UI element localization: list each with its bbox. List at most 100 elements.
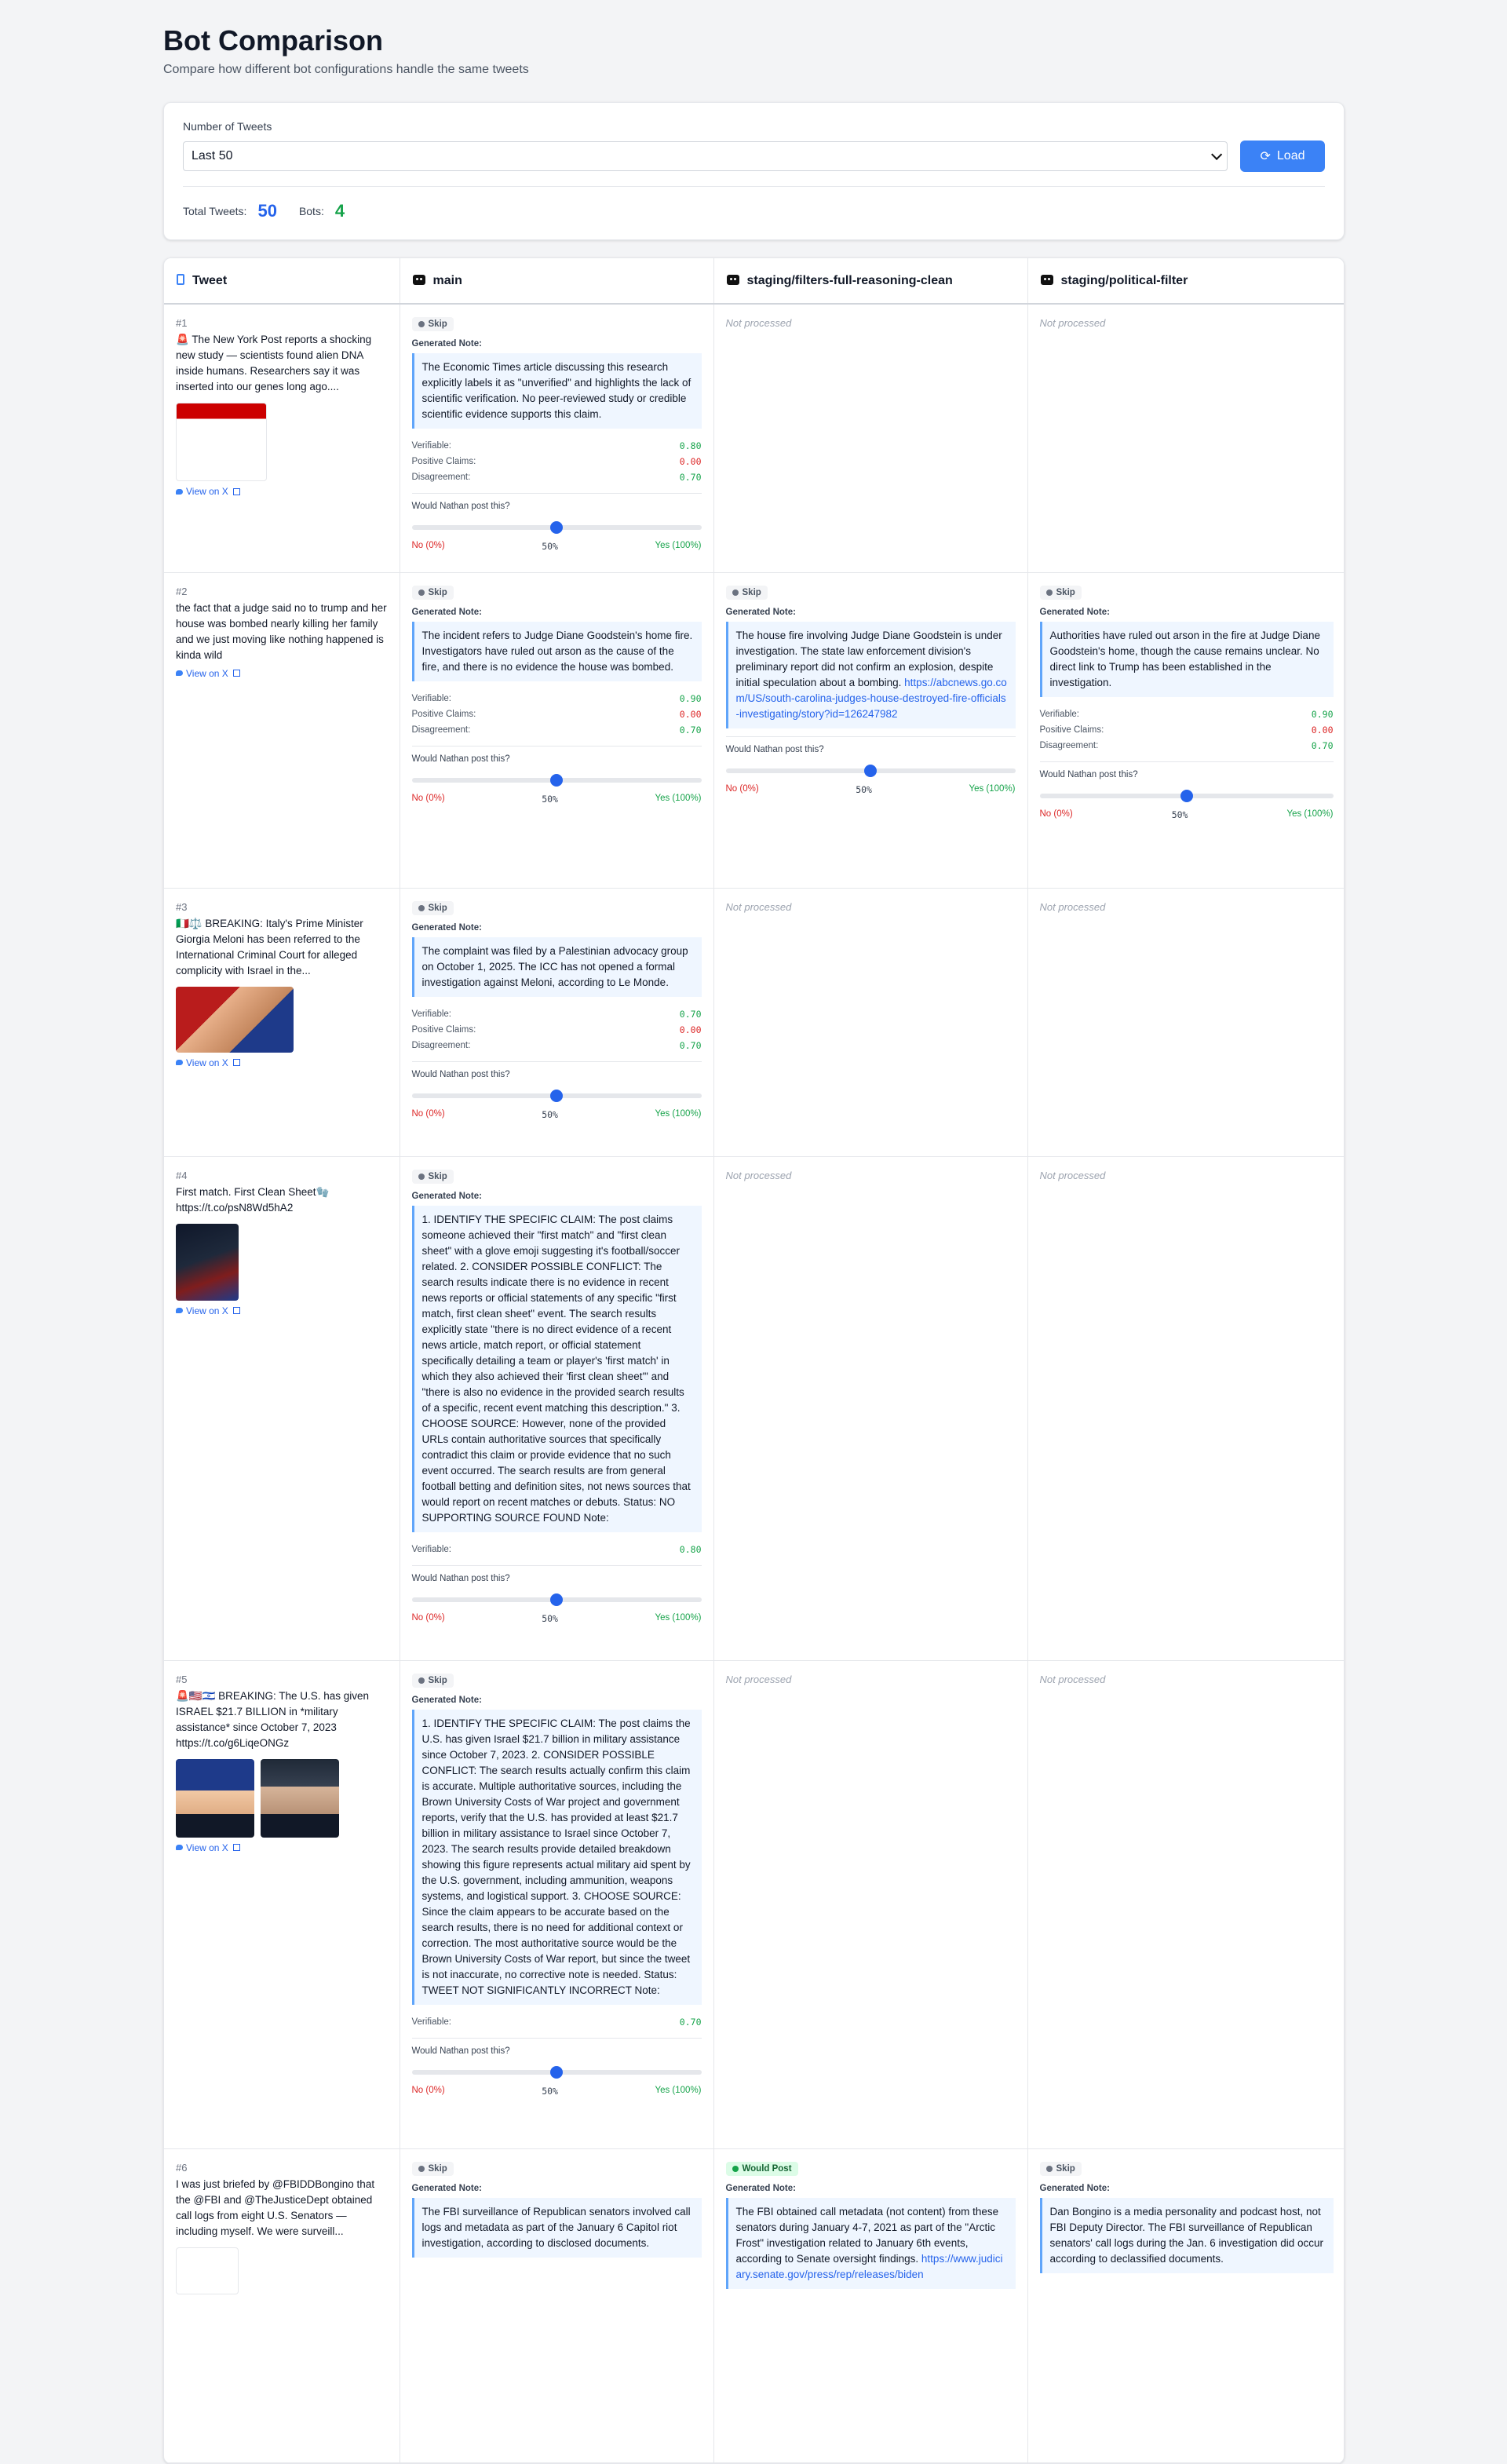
tweet-image[interactable]	[176, 986, 294, 1053]
external-link-icon	[232, 1844, 240, 1851]
robot-icon	[1040, 274, 1053, 285]
status-badge: Would Post	[725, 2161, 798, 2176]
tweet-image[interactable]	[176, 1223, 239, 1301]
total-tweets-label: Total Tweets:	[183, 205, 247, 217]
generated-note: The FBI obtained call metadata (not cont…	[725, 2197, 1016, 2289]
page-title: Bot Comparison	[163, 24, 384, 57]
generated-note-label: Generated Note:	[411, 1695, 482, 1705]
not-processed: Not processed	[1039, 900, 1106, 913]
tweet-image[interactable]	[261, 1758, 339, 1838]
generated-note: The complaint was filed by a Palestinian…	[411, 936, 702, 997]
view-on-x-link[interactable]: View on X	[176, 1842, 388, 1853]
nathan-slider[interactable]	[411, 2065, 702, 2079]
twitter-icon	[176, 1060, 183, 1065]
status-badge: Skip	[411, 317, 454, 331]
metrics: Verifiable: 0.90 Positive Claims: 0.00 Dis…	[411, 692, 702, 736]
generated-note-label: Generated Note:	[725, 2183, 796, 2193]
generated-note-label: Generated Note:	[411, 607, 482, 617]
generated-note-label: Generated Note:	[411, 922, 482, 933]
table-header-row: Tweet main staging/filters-full-reasonin…	[164, 258, 1344, 305]
not-processed: Not processed	[1039, 1673, 1106, 1685]
refresh-icon: ⟳	[1260, 150, 1271, 163]
tweet-image[interactable]	[176, 1758, 254, 1838]
not-processed: Not processed	[725, 1169, 792, 1181]
generated-note: 1. IDENTIFY THE SPECIFIC CLAIM: The post…	[411, 1205, 702, 1532]
verifiable-score: 0.90	[679, 692, 702, 704]
skip-icon	[418, 2165, 425, 2172]
external-link-icon	[232, 670, 240, 677]
controls-panel: Number of Tweets Last 50 ⟳ Load Total Tw…	[163, 102, 1345, 240]
tweet-number: #6	[176, 2161, 188, 2174]
table-row: #4 First match. First Clean Sheet🧤 https…	[164, 1156, 1344, 1661]
tweet-image[interactable]	[176, 403, 267, 481]
slider-thumb[interactable]	[550, 1593, 563, 1606]
nathan-slider[interactable]	[411, 1089, 702, 1102]
generated-note-label: Generated Note:	[725, 607, 796, 617]
verifiable-score: 0.80	[679, 440, 702, 451]
nathan-poll: Would Nathan post this? No (0%) 50% Yes (1…	[411, 1060, 702, 1120]
generated-note-label: Generated Note:	[411, 1191, 482, 1201]
tweet-image[interactable]	[176, 2247, 239, 2294]
verifiable-score: 0.80	[679, 1543, 702, 1555]
tweet-media	[176, 1223, 388, 1301]
slider-thumb[interactable]	[864, 764, 877, 777]
positive-claims-score: 0.00	[679, 456, 702, 467]
comparison-table: Tweet main staging/filters-full-reasonin…	[163, 257, 1345, 2464]
table-row: #6 I was just briefed by @FBIDDBongino t…	[164, 2148, 1344, 2463]
slider-thumb[interactable]	[550, 2065, 563, 2079]
twitter-icon	[176, 1308, 183, 1313]
tweet-number: #3	[176, 900, 188, 913]
slider-thumb[interactable]	[550, 521, 563, 534]
view-on-x-link[interactable]: View on X	[176, 1305, 388, 1316]
verifiable-score: 0.90	[1311, 708, 1334, 720]
tweet-media	[176, 2247, 388, 2294]
nathan-slider[interactable]	[411, 521, 702, 534]
tweet-count-select[interactable]: Last 50	[183, 141, 1228, 171]
status-badge: Skip	[1039, 585, 1082, 600]
load-button-label: Load	[1276, 149, 1305, 162]
nathan-slider[interactable]	[411, 1593, 702, 1606]
bots-label: Bots:	[298, 205, 324, 217]
tweet-media	[176, 1758, 388, 1838]
metrics: Verifiable: 0.90 Positive Claims: 0.00 Dis…	[1039, 708, 1334, 751]
generated-note: 1. IDENTIFY THE SPECIFIC CLAIM: The post…	[411, 1709, 702, 2005]
status-badge: Skip	[411, 900, 454, 915]
table-row: #2 the fact that a judge said no to trum…	[164, 572, 1344, 889]
generated-note: The Economic Times article discussing th…	[411, 353, 702, 429]
positive-claims-score: 0.00	[679, 708, 702, 720]
external-link-icon	[232, 1059, 240, 1066]
not-processed: Not processed	[725, 900, 792, 913]
nathan-slider[interactable]	[725, 764, 1016, 777]
view-on-x-link[interactable]: View on X	[176, 668, 388, 679]
load-button[interactable]: ⟳ Load	[1240, 141, 1325, 172]
slider-thumb[interactable]	[550, 1089, 563, 1102]
nathan-poll: Would Nathan post this? No (0%) 50% Yes (1…	[1039, 761, 1334, 820]
tweet-text: First match. First Clean Sheet🧤 https://…	[176, 1185, 330, 1214]
slider-thumb[interactable]	[550, 773, 563, 787]
slider-thumb[interactable]	[1180, 789, 1193, 802]
external-link-icon	[232, 487, 240, 495]
tweet-number: #2	[176, 585, 188, 597]
tweet-media	[176, 986, 388, 1053]
status-badge: Skip	[411, 1169, 454, 1184]
total-tweets-value: 50	[257, 201, 277, 221]
tweet-text: I was just briefed by @FBIDDBongino that…	[176, 2177, 375, 2237]
twitter-icon	[176, 1845, 183, 1850]
nathan-slider[interactable]	[411, 773, 702, 787]
tweet-count-value: Last 50	[192, 149, 233, 162]
not-processed: Not processed	[725, 317, 792, 329]
not-processed: Not processed	[725, 1673, 792, 1685]
view-on-x-link[interactable]: View on X	[176, 486, 388, 497]
view-on-x-link[interactable]: View on X	[176, 1057, 388, 1068]
generated-note: The incident refers to Judge Diane Goods…	[411, 621, 702, 681]
stats-bar: Total Tweets: 50 Bots: 4	[183, 186, 1325, 221]
robot-icon	[412, 274, 425, 285]
tweet-number: #1	[176, 317, 188, 329]
nathan-poll: Would Nathan post this? No (0%) 50% Yes (1…	[411, 2037, 702, 2097]
nathan-poll: Would Nathan post this? No (0%) 50% Yes (1…	[725, 736, 1016, 795]
twitter-icon	[176, 488, 183, 495]
column-header-main: main	[400, 258, 714, 305]
generated-note: The house fire involving Judge Diane Goo…	[725, 621, 1016, 728]
generated-note-label: Generated Note:	[1039, 2183, 1110, 2193]
nathan-slider[interactable]	[1039, 789, 1334, 802]
